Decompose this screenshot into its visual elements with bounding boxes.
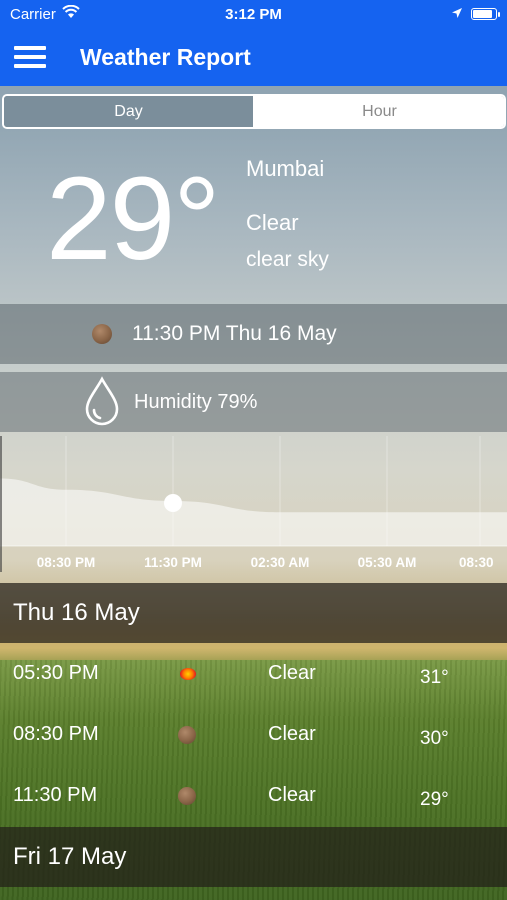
chart-area-series (0, 478, 507, 546)
chart-x-tick-label: 02:30 AM (250, 555, 310, 570)
location-arrow-icon (451, 6, 463, 23)
day-section-header: Fri 17 May (0, 827, 507, 887)
forecast-time: 08:30 PM (13, 723, 99, 745)
forecast-row[interactable]: 08:30 PM Clear 30° (0, 704, 507, 765)
hamburger-menu-icon[interactable] (14, 46, 46, 68)
day-section-header: Thu 16 May (0, 583, 507, 643)
humidity-value: Humidity 79% (134, 390, 258, 413)
chart-x-tick-label: 11:30 PM (144, 555, 202, 570)
forecast-temperature: 31° (420, 667, 449, 688)
view-segmented-control: Day Hour (2, 94, 506, 129)
chart-x-tick-label: 08:30 PM (36, 555, 96, 570)
tab-hour[interactable]: Hour (255, 96, 504, 127)
nav-bar: Weather Report (0, 28, 507, 86)
status-time: 3:12 PM (225, 5, 282, 23)
water-drop-icon (82, 376, 122, 428)
moon-icon (178, 726, 196, 744)
current-weather: 29° Mumbai Clear clear sky (0, 130, 507, 302)
forecast-temperature: 30° (420, 728, 449, 749)
chart-x-tick-label: 08:30 (459, 555, 494, 570)
current-datetime: 11:30 PM Thu 16 May (132, 322, 337, 345)
status-left: Carrier (10, 4, 80, 23)
forecast-temperature: 29° (420, 789, 449, 810)
forecast-condition: Clear (268, 784, 316, 806)
forecast-time: 05:30 PM (13, 662, 99, 684)
page-title: Weather Report (80, 43, 251, 70)
condition-main: Clear (246, 210, 299, 235)
humidity-band: Humidity 79% (0, 372, 507, 432)
current-temperature: 29° (46, 153, 220, 285)
forecast-time: 11:30 PM (13, 784, 98, 806)
status-bar: Carrier 3:12 PM (0, 0, 507, 28)
sun-icon (180, 668, 196, 680)
forecast-condition: Clear (268, 662, 316, 684)
temperature-chart: 08:30 PM 11:30 PM 02:30 AM 05:30 AM 08:30 (0, 436, 507, 582)
moon-icon (92, 324, 112, 344)
chart-highlight-point[interactable] (164, 494, 182, 512)
tab-day[interactable]: Day (4, 96, 255, 127)
forecast-condition: Clear (268, 723, 316, 745)
forecast-row[interactable]: 11:30 PM Clear 29° (0, 765, 507, 826)
forecast-row[interactable]: 05:30 PM Clear 31° (0, 643, 507, 704)
status-right (451, 6, 500, 23)
chart-x-tick-label: 05:30 AM (357, 555, 417, 570)
carrier-label: Carrier (10, 5, 56, 23)
current-datetime-band: 11:30 PM Thu 16 May (0, 304, 507, 364)
wifi-icon (62, 4, 80, 23)
battery-icon (471, 8, 500, 20)
moon-icon (178, 787, 196, 805)
city-name: Mumbai (246, 156, 325, 181)
condition-description: clear sky (246, 248, 329, 271)
